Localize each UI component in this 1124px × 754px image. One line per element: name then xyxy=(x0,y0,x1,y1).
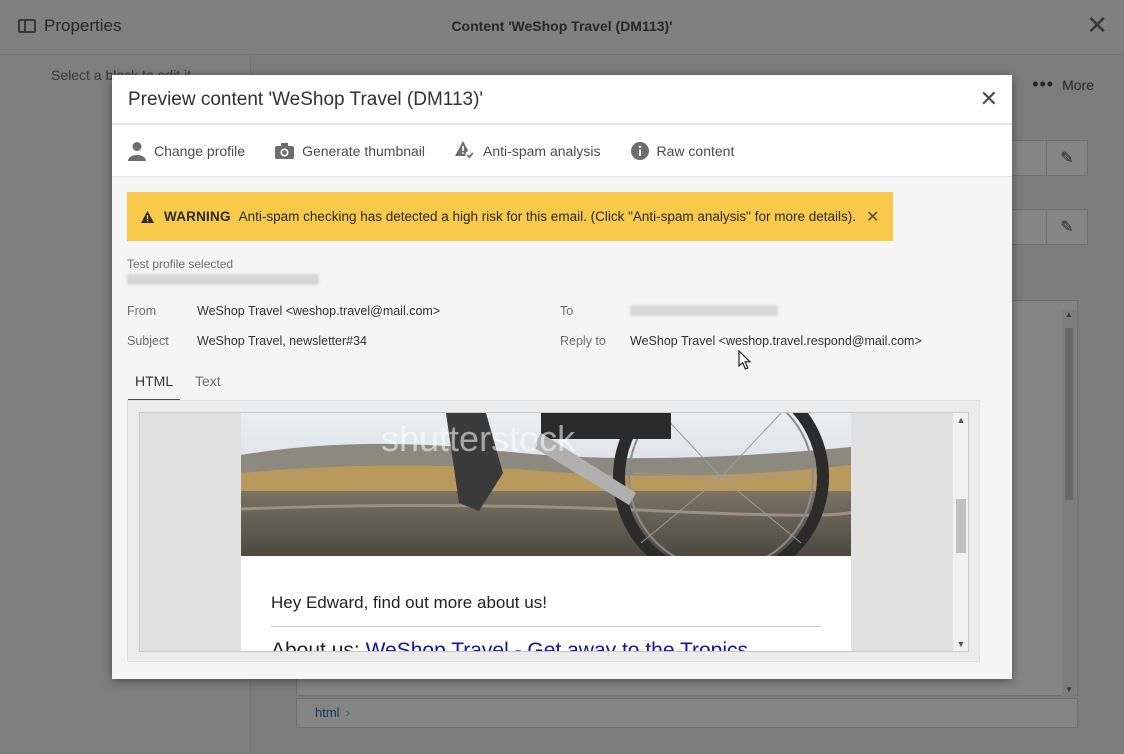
test-profile-value-blurred xyxy=(127,274,319,285)
raw-content-label: Raw content xyxy=(656,142,735,159)
to-label: To xyxy=(560,304,574,318)
email-greeting: Hey Edward, find out more about us! xyxy=(271,593,547,612)
scroll-down-icon[interactable]: ▼ xyxy=(953,639,968,649)
from-value: WeShop Travel <weshop.travel@mail.com> xyxy=(197,304,441,318)
info-icon xyxy=(630,141,649,160)
anti-spam-button[interactable]: Anti-spam analysis xyxy=(455,141,601,160)
modal-header: Preview content 'WeShop Travel (DM113)' … xyxy=(112,75,1012,125)
from-label: From xyxy=(127,304,157,318)
preview-scrollbar[interactable]: ▲ ▼ xyxy=(953,413,968,651)
generate-thumbnail-button[interactable]: Generate thumbnail xyxy=(275,142,426,159)
change-profile-button[interactable]: Change profile xyxy=(128,141,245,161)
warning-message: Anti-spam checking has detected a high r… xyxy=(238,209,856,224)
email-body: shutterstock Hey Edward, find out more a… xyxy=(241,413,851,652)
about-link[interactable]: WeShop Travel - Get away to the Tropics xyxy=(366,639,748,651)
subject-value: WeShop Travel, newsletter#34 xyxy=(197,334,368,348)
warning-banner: WARNING Anti-spam checking has detected … xyxy=(127,192,893,241)
change-profile-label: Change profile xyxy=(154,142,246,159)
to-value-blurred xyxy=(630,305,778,316)
preview-frame-wrapper: shutterstock Hey Edward, find out more a… xyxy=(127,400,980,662)
reply-to-label: Reply to xyxy=(560,334,606,348)
email-divider xyxy=(271,626,821,627)
warning-close-icon[interactable]: ✕ xyxy=(866,207,879,227)
modal-close-icon[interactable]: ✕ xyxy=(980,87,998,111)
preview-modal: Preview content 'WeShop Travel (DM113)' … xyxy=(112,75,1012,679)
raw-content-button[interactable]: Raw content xyxy=(630,141,735,160)
mouse-cursor-icon xyxy=(738,350,752,370)
test-profile-label: Test profile selected xyxy=(127,257,234,271)
modal-toolbar: Change profile Generate thumbnail Anti-s… xyxy=(112,125,1012,177)
scroll-thumb[interactable] xyxy=(956,499,966,553)
watermark-text: shutterstock xyxy=(381,418,576,459)
email-preview-frame[interactable]: shutterstock Hey Edward, find out more a… xyxy=(139,412,969,652)
warning-check-icon xyxy=(455,141,475,160)
email-about-heading: About us: WeShop Travel - Get away to th… xyxy=(271,639,748,652)
camera-icon xyxy=(275,142,295,159)
modal-title: Preview content 'WeShop Travel (DM113)' xyxy=(128,89,484,110)
scroll-up-icon[interactable]: ▲ xyxy=(953,415,968,425)
hero-image: shutterstock xyxy=(241,413,851,556)
warning-icon xyxy=(141,210,154,223)
anti-spam-label: Anti-spam analysis xyxy=(483,142,601,159)
reply-to-value: WeShop Travel <weshop.travel.respond@mai… xyxy=(630,334,922,348)
tab-html[interactable]: HTML xyxy=(128,373,181,401)
user-icon xyxy=(128,141,146,161)
about-prefix: About us: xyxy=(271,639,360,652)
tab-text[interactable]: Text xyxy=(195,373,221,399)
warning-label: WARNING xyxy=(164,209,231,224)
generate-thumbnail-label: Generate thumbnail xyxy=(302,142,426,159)
subject-label: Subject xyxy=(127,334,169,348)
